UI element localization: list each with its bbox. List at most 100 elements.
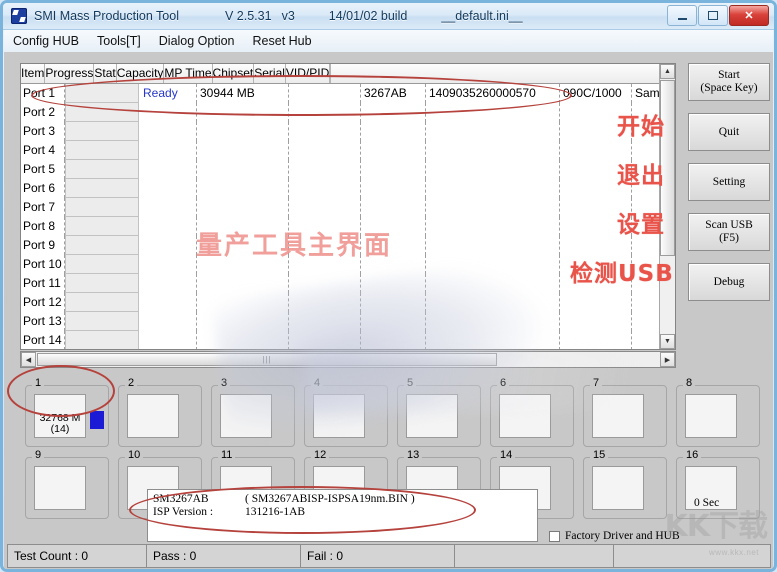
cell-stat [139, 312, 197, 331]
device-slot[interactable]: 9 [20, 450, 113, 522]
cell-chipset [361, 122, 426, 141]
device-slot-number: 7 [590, 378, 603, 389]
device-slot[interactable]: 1 32768 M (14) [20, 378, 113, 450]
scroll-left-icon[interactable]: ◀ [21, 352, 36, 367]
port-list-vertical-scrollbar[interactable]: ▲ ▼ [659, 64, 675, 349]
vertical-scroll-thumb[interactable] [660, 80, 675, 256]
table-row[interactable]: Port 14 [21, 331, 675, 349]
factory-driver-option[interactable]: Factory Driver and HUB [549, 530, 680, 542]
cell-mptime [289, 84, 361, 103]
cell-mptime [289, 274, 361, 293]
quit-button[interactable]: Quit [688, 113, 770, 151]
table-row[interactable]: Port 4 [21, 141, 675, 160]
start-button[interactable]: Start (Space Key) [688, 63, 770, 101]
device-slot[interactable]: 7 [578, 378, 671, 450]
debug-button[interactable]: Debug [688, 263, 770, 301]
device-slot-body[interactable]: 32768 M (14) [34, 394, 86, 438]
menu-item-reset-hub[interactable]: Reset Hub [244, 32, 321, 50]
setting-button[interactable]: Setting [688, 163, 770, 201]
column-header-item[interactable]: Item [21, 64, 46, 83]
device-slot[interactable]: 16 [671, 450, 764, 522]
device-slot[interactable]: 15 [578, 450, 671, 522]
cell-chipset [361, 312, 426, 331]
column-header-serial[interactable]: Serial [254, 64, 286, 83]
column-header-vid-pid[interactable]: VID/PID [286, 64, 331, 83]
maximize-button[interactable] [698, 5, 728, 26]
table-row[interactable]: Port 13 [21, 312, 675, 331]
column-header-mp-time[interactable]: MP Time [164, 64, 213, 83]
cell-mptime [289, 255, 361, 274]
port-list-horizontal-scrollbar[interactable]: ◀ ||| ▶ [20, 351, 676, 368]
cell-stat [139, 236, 197, 255]
cell-item: Port 6 [21, 179, 65, 198]
table-row[interactable]: Port 8 [21, 217, 675, 236]
status-pass: Pass : 0 [146, 544, 301, 568]
table-row[interactable]: Port 9 [21, 236, 675, 255]
table-row[interactable]: Port 10 [21, 255, 675, 274]
status-extra-2 [613, 544, 771, 568]
device-slot[interactable]: 5 [392, 378, 485, 450]
close-button[interactable]: ✕ [729, 5, 769, 26]
cell-progress [65, 84, 139, 103]
minimize-button[interactable] [667, 5, 697, 26]
menu-item-config-hub[interactable]: Config HUB [4, 32, 88, 50]
device-slot-body[interactable] [127, 394, 179, 438]
table-row[interactable]: Port 1 Ready 30944 MB 3267AB 140903526000057… [21, 84, 675, 103]
table-row[interactable]: Port 12 [21, 293, 675, 312]
cell-mptime [289, 312, 361, 331]
status-fail: Fail : 0 [300, 544, 455, 568]
cell-capacity [197, 331, 289, 349]
port-list-header: Item Progress Stat Capacity MP Time Chip… [21, 64, 675, 84]
table-row[interactable]: Port 5 [21, 160, 675, 179]
device-slot-body[interactable] [220, 394, 272, 438]
device-slot[interactable]: 8 [671, 378, 764, 450]
device-slot-body[interactable] [685, 394, 737, 438]
device-slot-body[interactable] [406, 394, 458, 438]
cell-serial [426, 122, 560, 141]
table-row[interactable]: Port 7 [21, 198, 675, 217]
device-slot[interactable]: 3 [206, 378, 299, 450]
column-header-name[interactable] [330, 64, 332, 83]
table-row[interactable]: Port 3 [21, 122, 675, 141]
cell-vidpid [560, 274, 632, 293]
device-slot-body[interactable] [592, 466, 644, 510]
cell-progress [65, 236, 139, 255]
device-slot[interactable]: 6 [485, 378, 578, 450]
column-header-capacity[interactable]: Capacity [117, 64, 165, 83]
cell-vidpid [560, 331, 632, 349]
factory-driver-checkbox[interactable] [549, 530, 560, 542]
cell-chipset: 3267AB [361, 84, 426, 103]
device-slot-body[interactable] [313, 394, 365, 438]
scroll-right-icon[interactable]: ▶ [660, 352, 675, 367]
device-slot-number: 5 [404, 378, 417, 389]
device-slot-body[interactable] [499, 394, 551, 438]
port-list[interactable]: Item Progress Stat Capacity MP Time Chip… [20, 63, 676, 350]
menu-item-tools[interactable]: Tools[T] [88, 32, 150, 50]
cell-chipset [361, 236, 426, 255]
table-row[interactable]: Port 11 [21, 274, 675, 293]
column-header-progress[interactable]: Progress [45, 64, 95, 83]
table-row[interactable]: Port 6 [21, 179, 675, 198]
scan-usb-button[interactable]: Scan USB (F5) [688, 213, 770, 251]
column-header-stat[interactable]: Stat [94, 64, 117, 83]
device-slot[interactable]: 4 [299, 378, 392, 450]
device-slot-number: 2 [125, 378, 138, 389]
column-header-chipset[interactable]: Chipset [213, 64, 255, 83]
isp-version-label: ISP Version : [153, 506, 214, 518]
cell-capacity [197, 217, 289, 236]
cell-item: Port 2 [21, 103, 65, 122]
menu-item-dialog-option[interactable]: Dialog Option [150, 32, 244, 50]
cell-vidpid [560, 160, 632, 179]
cell-item: Port 4 [21, 141, 65, 160]
cell-stat [139, 179, 197, 198]
cell-serial: 1409035260000570 [426, 84, 560, 103]
horizontal-scroll-thumb[interactable]: ||| [37, 353, 497, 366]
device-slot-body[interactable] [34, 466, 86, 510]
scroll-down-icon[interactable]: ▼ [660, 334, 675, 349]
device-slot[interactable]: 2 [113, 378, 206, 450]
maximize-icon [708, 11, 718, 20]
scroll-up-icon[interactable]: ▲ [660, 64, 675, 79]
cell-serial [426, 103, 560, 122]
table-row[interactable]: Port 2 [21, 103, 675, 122]
device-slot-body[interactable] [592, 394, 644, 438]
